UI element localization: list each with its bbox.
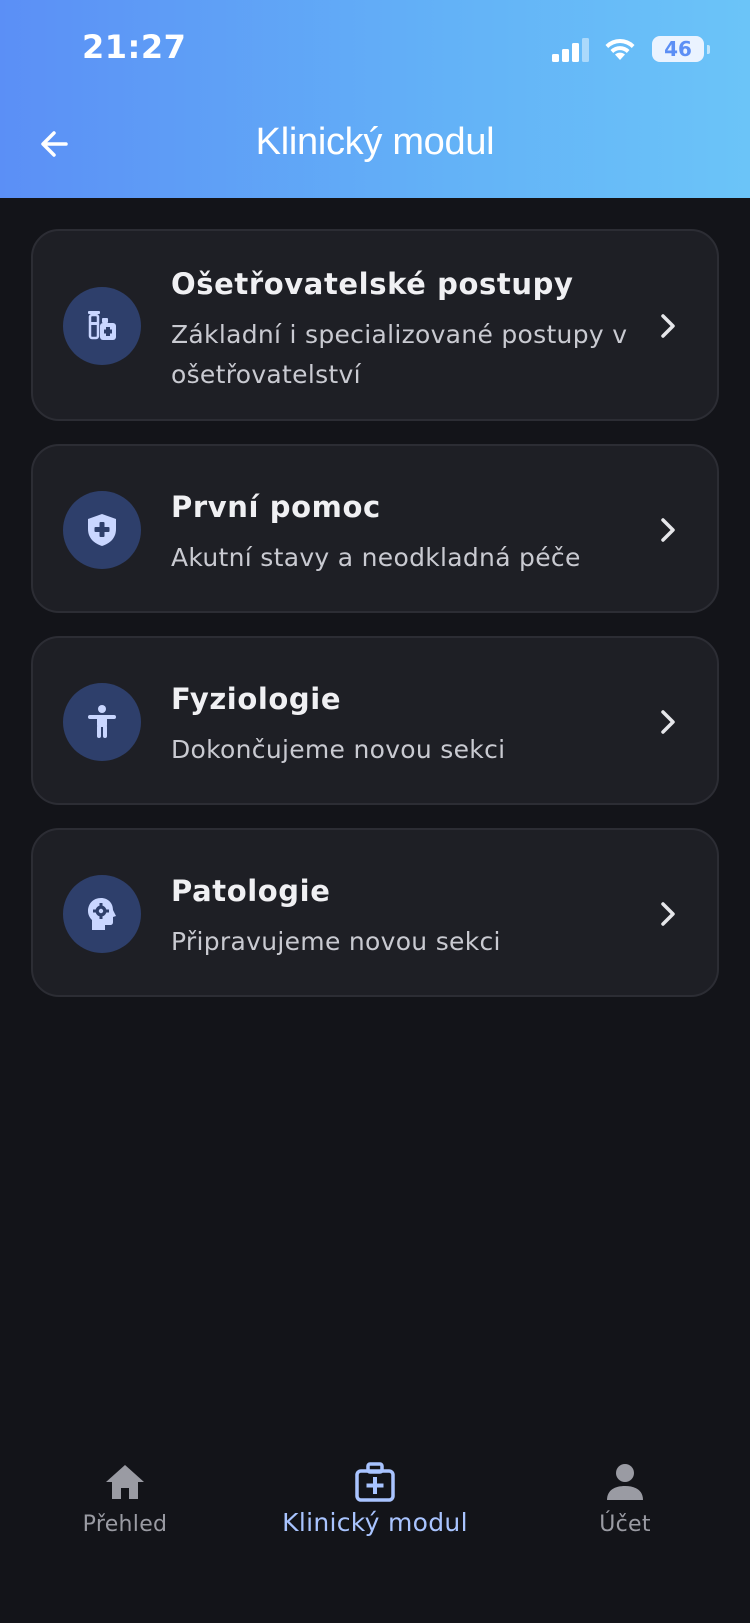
nav-label: Klinický modul (282, 1508, 468, 1537)
head-gear-icon (63, 875, 141, 953)
cellular-signal-icon (552, 38, 589, 62)
card-subtitle: Připravujeme novou sekci (171, 927, 501, 956)
card-subtitle: Akutní stavy a neodkladná péče (171, 543, 581, 572)
battery-icon: 46 (652, 36, 710, 62)
chevron-right-icon (661, 314, 675, 338)
shield-plus-icon (63, 491, 141, 569)
chevron-right-icon (661, 902, 675, 926)
wifi-icon (605, 38, 635, 60)
nav-item-clinical-module[interactable]: Klinický modul (255, 1460, 495, 1537)
person-icon (607, 1464, 643, 1500)
card-nursing-procedures[interactable]: Ošetřovatelské postupy Základní i specia… (31, 229, 719, 421)
card-physiology[interactable]: Fyziologie Dokončujeme novou sekci (31, 636, 719, 805)
card-title: Ošetřovatelské postupy (171, 267, 574, 301)
card-title: Fyziologie (171, 682, 342, 716)
bottom-navigation: Přehled Klinický modul Účet (0, 1440, 750, 1623)
chevron-right-icon (661, 518, 675, 542)
card-first-aid[interactable]: První pomoc Akutní stavy a neodkladná pé… (31, 444, 719, 613)
status-time: 21:27 (82, 28, 187, 66)
human-body-icon (63, 683, 141, 761)
card-title: Patologie (171, 874, 331, 908)
card-pathology[interactable]: Patologie Připravujeme novou sekci (31, 828, 719, 997)
page-title: Klinický modul (255, 121, 495, 163)
battery-level: 46 (664, 37, 692, 61)
home-icon (106, 1465, 144, 1499)
app-header: 21:27 46 Klinický modul (0, 0, 750, 198)
card-subtitle: Základní i specializované postupy v ošet… (171, 320, 628, 389)
card-subtitle: Dokončujeme novou sekci (171, 735, 506, 764)
nav-item-account[interactable]: Účet (505, 1460, 745, 1537)
medication-vial-icon (63, 287, 141, 365)
nav-label: Účet (599, 1512, 651, 1537)
chevron-right-icon (661, 710, 675, 734)
nav-item-overview[interactable]: Přehled (5, 1460, 245, 1537)
card-title: První pomoc (171, 490, 381, 524)
nav-label: Přehled (82, 1512, 168, 1537)
medical-kit-icon (355, 1462, 395, 1502)
